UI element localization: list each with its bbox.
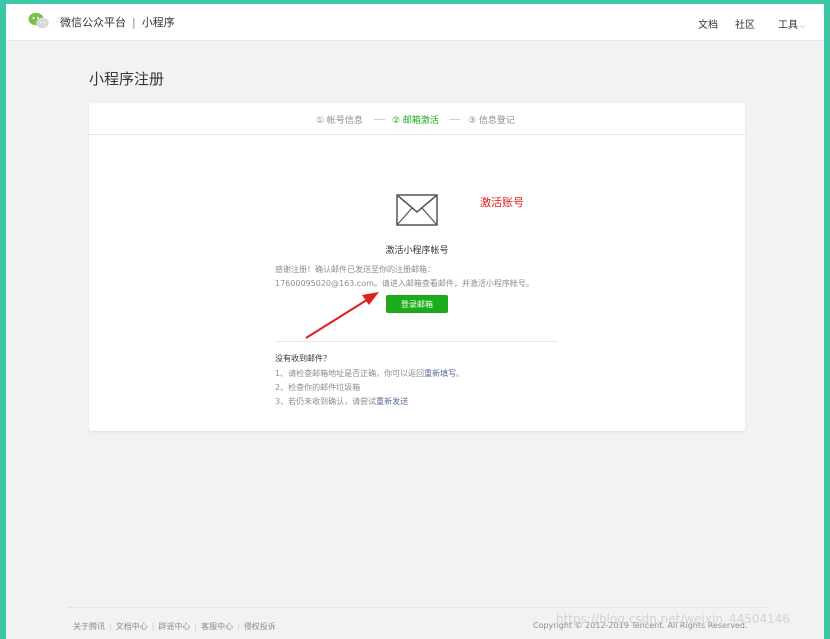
wechat-logo-icon[interactable]	[28, 12, 50, 30]
footer-divider	[68, 607, 768, 608]
brand-separator: |	[132, 16, 136, 29]
activation-message-line1: 感谢注册！确认邮件已发送至你的注册邮箱：	[275, 265, 435, 274]
help-item-3-text: 3、若仍未收到确认，请尝试	[275, 397, 377, 406]
footer-separator: |	[194, 622, 198, 631]
login-email-button[interactable]: 登录邮箱	[386, 295, 448, 313]
annotation-label: 激活账号	[480, 196, 524, 209]
page-title: 小程序注册	[89, 70, 165, 88]
nav-tools-label: 工具	[778, 20, 798, 31]
nav-docs[interactable]: 文档	[698, 16, 718, 31]
top-bar: 微信公众平台 | 小程序 文档 社区 工具 ⌵	[6, 4, 824, 41]
footer-separator: |	[109, 622, 112, 631]
footer-separator: |	[151, 622, 155, 631]
watermark: https://blog.csdn.net/weixin_44504146	[556, 612, 791, 626]
product-name: 小程序	[141, 16, 175, 29]
chevron-down-icon: ⌵	[800, 22, 806, 30]
footer-links: 关于腾讯 | 文档中心 | 辟谣中心 | 客服中心 | 侵权投诉	[73, 621, 276, 632]
footer-link-rumor[interactable]: 辟谣中心	[158, 622, 190, 631]
help-title: 没有收到邮件？	[275, 354, 331, 363]
envelope-icon	[396, 194, 438, 230]
help-item-1-suffix: 。	[456, 369, 465, 378]
step-indicator: ① 帐号信息 ② 邮箱激活 ③ 信息登记	[89, 103, 745, 135]
footer-link-support[interactable]: 客服中心	[201, 622, 233, 631]
brand[interactable]: 微信公众平台 | 小程序	[60, 14, 175, 30]
resend-link[interactable]: 重新发送	[376, 397, 408, 406]
footer-separator: |	[237, 622, 240, 631]
nav-tools[interactable]: 工具 ⌵	[778, 16, 805, 31]
step-connector	[374, 119, 385, 120]
registration-card: ① 帐号信息 ② 邮箱激活 ③ 信息登记 激活账号 激活小程序帐号 感谢注册！确…	[89, 103, 745, 431]
red-arrow-icon	[302, 286, 382, 346]
footer-link-docs[interactable]: 文档中心	[116, 622, 148, 631]
brand-name: 微信公众平台	[60, 16, 126, 29]
help-item-2: 2、检查你的邮件垃圾箱	[275, 383, 361, 392]
help-item-1: 1、请检查邮箱地址是否正确，你可以返回重新填写。	[275, 368, 464, 379]
footer-link-about[interactable]: 关于腾讯	[73, 622, 105, 631]
refill-link[interactable]: 重新填写	[424, 369, 456, 378]
help-item-3: 3、若仍未收到确认，请尝试重新发送	[275, 396, 408, 407]
footer-link-complaint[interactable]: 侵权投诉	[244, 622, 276, 631]
help-item-1-text: 1、请检查邮箱地址是否正确，你可以返回	[275, 369, 425, 378]
step-info-registration: ③ 信息登记	[468, 116, 515, 126]
nav-community[interactable]: 社区	[735, 16, 755, 31]
step-account-info: ① 帐号信息	[316, 116, 363, 126]
step-connector	[449, 119, 460, 120]
activation-title: 激活小程序帐号	[385, 246, 449, 256]
step-email-activation: ② 邮箱激活	[392, 116, 439, 126]
